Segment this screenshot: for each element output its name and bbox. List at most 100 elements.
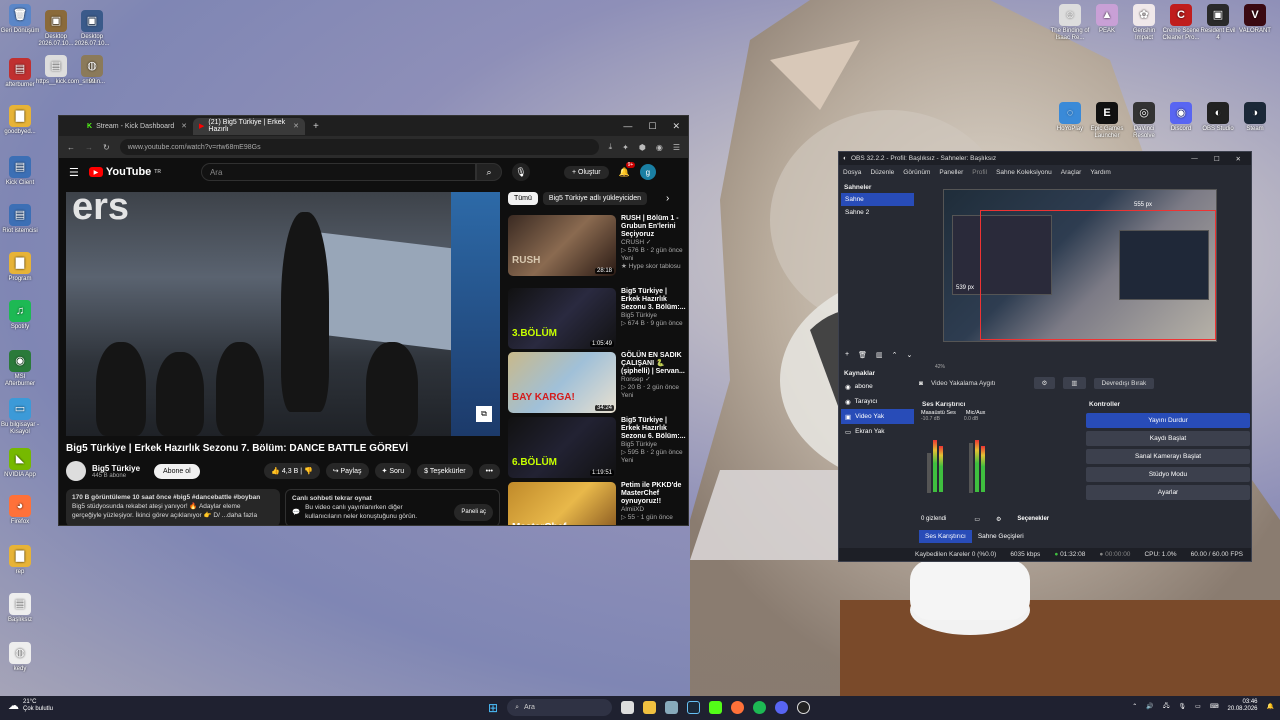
kick-icon[interactable] bbox=[709, 701, 723, 714]
network-icon[interactable]: 🖧 bbox=[1163, 701, 1170, 711]
desktop-icon[interactable]: ▇ rep bbox=[0, 545, 40, 576]
new-tab-button[interactable]: + bbox=[313, 121, 319, 132]
desktop-icon[interactable]: ◎ DaVinci Resolve bbox=[1124, 102, 1164, 140]
recommended-video[interactable]: RUSH 28:18 RUSH | Bölüm 1 - Grubun En'lerin… bbox=[508, 215, 688, 277]
url-field[interactable]: www.youtube.com/watch?v=rtw68mE98Gs bbox=[119, 139, 599, 155]
desktop-icon[interactable]: ▤ https__kick.com_smetin... bbox=[36, 55, 105, 86]
mic-icon[interactable]: 🎙 bbox=[1179, 703, 1187, 710]
channel-avatar[interactable] bbox=[66, 461, 86, 481]
desktop-icon[interactable]: ◍ kedy bbox=[0, 642, 40, 673]
source-item[interactable]: ▭ Ekran Yak bbox=[841, 424, 914, 439]
minimize-button[interactable]: — bbox=[623, 121, 632, 132]
tab-audio-mixer[interactable]: Ses Karıştırıcı bbox=[919, 530, 972, 543]
desktop-icon[interactable]: ◣ NVIDIA App bbox=[0, 448, 40, 479]
steam-icon[interactable] bbox=[687, 701, 701, 714]
search-input[interactable]: Ara bbox=[200, 163, 476, 181]
desktop-icon[interactable]: C Creme Scene Cleaner Pro... bbox=[1161, 4, 1201, 42]
desktop-icon[interactable]: ♫ Spotify bbox=[0, 300, 40, 331]
volume-icon[interactable]: 🔊 bbox=[1146, 703, 1153, 710]
menu-icon[interactable]: ☰ bbox=[673, 143, 680, 152]
recommended-video[interactable]: BAY KARGA! 34:24 GÖLÜN EN SADIK ÇALIŞANI 🐍(… bbox=[508, 352, 688, 414]
task-view-icon[interactable] bbox=[621, 701, 635, 714]
close-button[interactable]: ✕ bbox=[672, 121, 680, 132]
profile-icon[interactable]: ◉ bbox=[656, 143, 663, 152]
thanks-button[interactable]: $ Teşekkürler bbox=[417, 463, 473, 479]
more-button[interactable]: ••• bbox=[478, 463, 500, 479]
recommended-video[interactable]: MasterChefPetim ile PKKD'deMasterChefoyn… bbox=[508, 482, 688, 525]
desktop-icon[interactable]: V VALORANT bbox=[1235, 4, 1275, 35]
video-thumbnail[interactable]: 3.BÖLÜM 1:05:49 bbox=[508, 288, 616, 349]
tab-scene-transitions[interactable]: Sahne Geçişleri bbox=[972, 530, 1030, 543]
chevron-up-icon[interactable]: ⌃ bbox=[1132, 703, 1137, 710]
options-dropdown[interactable]: Seçenekler bbox=[1017, 516, 1049, 523]
obs-preview[interactable]: 555 px 539 px bbox=[943, 189, 1217, 342]
download-icon[interactable]: ⤓ bbox=[609, 142, 613, 152]
close-tab-icon[interactable]: ✕ bbox=[181, 122, 187, 130]
like-button[interactable]: 👍 4,3 B | 👎 bbox=[264, 463, 320, 479]
properties-button[interactable]: ⚙ bbox=[1033, 377, 1056, 389]
open-chat-button[interactable]: Paneli aç bbox=[454, 503, 493, 521]
extension-icon[interactable]: ✦ bbox=[622, 143, 629, 152]
desktop-icon[interactable]: ▣ Desktop 2026.07.10... bbox=[36, 10, 76, 48]
move-down-icon[interactable]: ⌄ bbox=[906, 351, 912, 359]
chevron-right-icon[interactable]: › bbox=[666, 193, 669, 204]
desktop-icon[interactable]: ▤ Kick Client bbox=[0, 156, 40, 187]
desktop-icon[interactable]: E Epic Games Launcher bbox=[1087, 102, 1127, 140]
menu-item[interactable]: Yardım bbox=[1090, 169, 1110, 176]
source-item[interactable]: ◉ abone bbox=[841, 379, 914, 394]
maximize-button[interactable]: ☐ bbox=[1214, 155, 1220, 163]
menu-item[interactable]: Sahne Koleksiyonu bbox=[996, 169, 1052, 176]
menu-item[interactable]: Profil bbox=[972, 169, 987, 176]
video-thumbnail[interactable]: RUSH 28:18 bbox=[508, 215, 616, 276]
forward-icon[interactable]: → bbox=[85, 143, 93, 152]
settings-button[interactable]: Ayarlar bbox=[1086, 485, 1250, 500]
recommended-video[interactable]: 3.BÖLÜM 1:05:49 Big5 Türkiye | Erkek Hazırl… bbox=[508, 288, 688, 350]
video-thumbnail[interactable]: 6.BÖLÜM 1:19:51 bbox=[508, 417, 616, 478]
desktop-icon[interactable]: 🗑 Geri Dönüşüm bbox=[0, 4, 40, 35]
youtube-logo[interactable]: ▶ YouTube TR bbox=[88, 166, 161, 178]
desktop-icon[interactable]: ▣ Resident Evil 4 bbox=[1198, 4, 1238, 42]
source-selection-box[interactable] bbox=[980, 210, 1216, 340]
desktop-icon[interactable]: ☺ The Binding of Isaac Re... bbox=[1050, 4, 1090, 42]
discord-icon[interactable] bbox=[775, 701, 789, 714]
clock[interactable]: 03:46 20.08.2026 bbox=[1227, 699, 1257, 713]
maximize-button[interactable]: ☐ bbox=[648, 121, 656, 132]
desktop-icon[interactable]: ◕ Firefox bbox=[0, 495, 40, 526]
close-button[interactable]: ✕ bbox=[1236, 155, 1241, 163]
account-avatar[interactable]: g bbox=[639, 164, 656, 180]
source-item[interactable]: ▣ Video Yak bbox=[841, 409, 914, 424]
create-button[interactable]: + Oluştur bbox=[563, 165, 609, 179]
move-up-icon[interactable]: ⌃ bbox=[892, 351, 898, 359]
miniplayer-icon[interactable]: ⧉ bbox=[476, 406, 492, 422]
video-description[interactable]: 170 B görüntüleme 10 saat önce #big5 #da… bbox=[66, 489, 280, 525]
filter-icon[interactable]: ▥ bbox=[876, 351, 883, 359]
notepad-icon[interactable] bbox=[665, 701, 679, 714]
minimize-button[interactable]: — bbox=[1191, 155, 1198, 163]
menu-item[interactable]: Dosya bbox=[843, 169, 861, 176]
add-icon[interactable]: + bbox=[845, 351, 849, 359]
video-player[interactable]: ers ⧉ bbox=[66, 192, 500, 436]
back-icon[interactable]: ← bbox=[67, 143, 75, 152]
desktop-icon[interactable]: ◍ 99 bbox=[72, 55, 112, 86]
studio-mode-button[interactable]: Stüdyo Modu bbox=[1086, 467, 1250, 482]
subscribe-button[interactable]: Abone ol bbox=[154, 463, 200, 479]
recommended-video[interactable]: 6.BÖLÜM 1:19:51 Big5 Türkiye | Erkek Hazırl… bbox=[508, 417, 688, 479]
voice-search-button[interactable]: 🎙 bbox=[511, 163, 530, 181]
taskbar-search[interactable]: ⌕ Ara bbox=[507, 699, 613, 716]
reload-icon[interactable]: ↻ bbox=[103, 143, 110, 152]
menu-item[interactable]: Paneller bbox=[939, 169, 963, 176]
battery-icon[interactable]: ▭ bbox=[1195, 703, 1201, 710]
tab-kick-dashboard[interactable]: K Stream - Kick Dashboard ✕ bbox=[81, 118, 193, 135]
desktop-icon[interactable]: ◉ Discord bbox=[1161, 102, 1201, 133]
lock-icon[interactable]: ▭ bbox=[974, 516, 980, 523]
tab-youtube[interactable]: ▶ (21) Big5 Türkiye | Erkek Hazırlı ✕ bbox=[193, 117, 305, 135]
deactivate-button[interactable]: Devredışı Bırak bbox=[1093, 377, 1155, 389]
obs-icon[interactable] bbox=[797, 701, 811, 714]
menu-item[interactable]: Düzenle bbox=[870, 169, 894, 176]
desktop-icon[interactable]: ◐ OBS Studio bbox=[1198, 102, 1238, 133]
desktop-icon[interactable]: ✿ Genshin Impact bbox=[1124, 4, 1164, 42]
notification-icon[interactable]: 🔔 bbox=[1267, 703, 1274, 710]
desktop-icon[interactable]: ◑ Steam bbox=[1235, 102, 1275, 133]
desktop-icon[interactable]: ▇ Program bbox=[0, 252, 40, 283]
gear-icon[interactable]: ⚙ bbox=[996, 516, 1001, 523]
